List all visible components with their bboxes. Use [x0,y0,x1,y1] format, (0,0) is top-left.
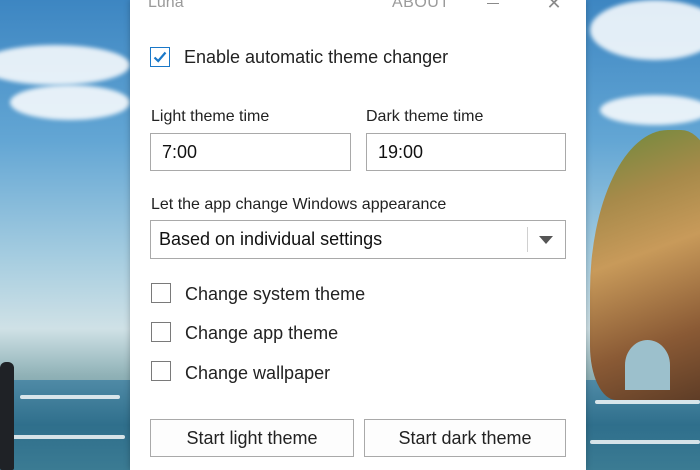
wallpaper-wave [590,440,700,444]
system-theme-label[interactable]: Change system theme [185,284,365,305]
wallpaper-cloud [0,45,130,85]
system-theme-checkbox[interactable] [151,283,171,303]
light-time-input[interactable]: 7:00 [150,133,351,171]
dark-time-label: Dark theme time [366,108,484,125]
start-dark-theme-button[interactable]: Start dark theme [364,419,566,457]
wallpaper-wave [20,395,120,399]
appearance-label: Let the app change Windows appearance [151,196,447,213]
enable-changer-label[interactable]: Enable automatic theme changer [184,47,448,68]
minimize-icon[interactable] [487,3,499,4]
about-link[interactable]: ABOUT [392,0,450,12]
checkmark-icon [153,51,167,63]
wallpaper-wave [10,435,125,439]
wallpaper-label[interactable]: Change wallpaper [185,363,330,384]
wallpaper-checkbox[interactable] [151,361,171,381]
start-light-theme-button[interactable]: Start light theme [150,419,354,457]
dark-time-input[interactable]: 19:00 [366,133,566,171]
title-bar[interactable]: Luna ABOUT ✕ [130,0,586,14]
close-icon[interactable]: ✕ [544,0,564,12]
light-time-label: Light theme time [151,108,270,125]
app-title: Luna [148,0,184,11]
wallpaper-cloud [590,0,700,60]
wallpaper-cloud [10,85,130,120]
wallpaper-wave [595,400,700,404]
wallpaper-person [0,362,14,470]
app-theme-checkbox[interactable] [151,322,171,342]
enable-changer-checkbox[interactable] [150,47,170,67]
luna-window: Luna ABOUT ✕ Enable automatic theme chan… [130,0,586,470]
wallpaper-cloud [600,95,700,125]
app-theme-label[interactable]: Change app theme [185,323,338,344]
wallpaper-arch-opening [625,340,670,390]
dropdown-separator [527,227,528,252]
chevron-down-icon[interactable] [539,236,553,244]
appearance-selected-value: Based on individual settings [159,229,383,249]
appearance-dropdown[interactable]: Based on individual settings [150,220,566,259]
